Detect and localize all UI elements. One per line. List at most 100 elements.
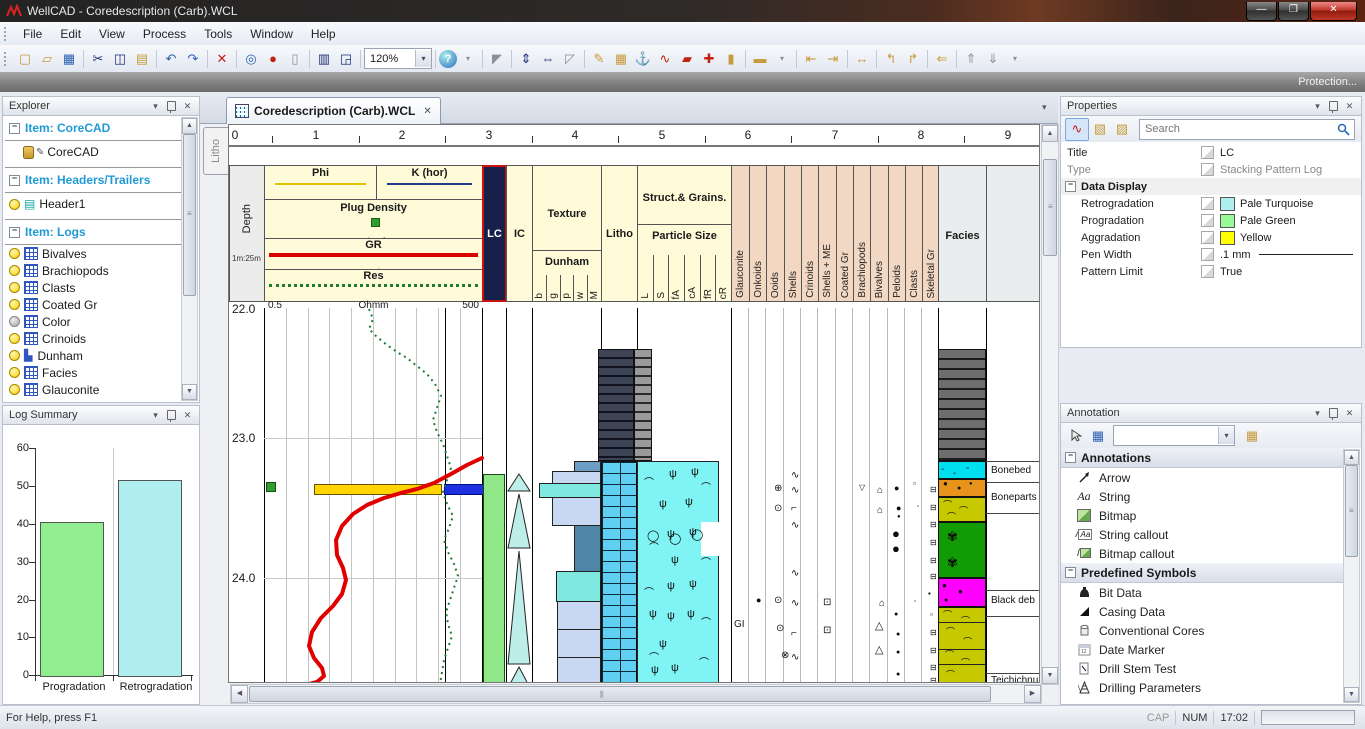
- plug-density-header[interactable]: Plug Density 2.2g/cm³4: [264, 199, 483, 239]
- annotation-item-bitmap[interactable]: Bitmap: [1061, 506, 1345, 525]
- property-row-pen-width[interactable]: Pen Width.1 mm: [1061, 246, 1361, 263]
- explorer-item-coated-gr[interactable]: Coated Gr: [5, 296, 181, 313]
- north-plot-button[interactable]: ✚: [698, 48, 720, 69]
- explorer-group-headers[interactable]: Item: Headers/Trailers: [5, 167, 181, 193]
- insert-track-button[interactable]: ⇐: [931, 48, 953, 69]
- predefined-symbols-group-header[interactable]: Predefined Symbols: [1061, 563, 1345, 583]
- collapse-icon[interactable]: [9, 227, 20, 238]
- property-group-data-display[interactable]: Data Display: [1061, 178, 1361, 195]
- close-button[interactable]: ✕: [1310, 2, 1357, 21]
- lc-header-selected[interactable]: LC: [482, 165, 507, 302]
- symbol-item-conventional-cores[interactable]: Conventional Cores: [1061, 621, 1345, 640]
- depth-header[interactable]: Depth 1m:25m: [229, 165, 265, 302]
- tab-close-icon[interactable]: ✕: [423, 106, 431, 117]
- print-button[interactable]: ▥: [313, 48, 335, 69]
- explorer-item-facies[interactable]: Facies: [5, 364, 181, 381]
- tab-list-dropdown-icon[interactable]: ▾: [1042, 102, 1047, 113]
- annotation-pin-icon[interactable]: [1329, 408, 1338, 418]
- res-header[interactable]: Res 0.5Ohmm500: [264, 269, 483, 302]
- paste-button[interactable]: ▤: [131, 48, 153, 69]
- collapse-icon[interactable]: [9, 175, 20, 186]
- annotation-close-icon[interactable]: ✕: [1342, 408, 1357, 419]
- col-clasts[interactable]: Clasts: [905, 166, 922, 301]
- delete-button[interactable]: ✕: [211, 48, 233, 69]
- print-preview-button[interactable]: ◲: [335, 48, 357, 69]
- annotations-group-header[interactable]: Annotations: [1061, 448, 1345, 468]
- color-swatch[interactable]: [1220, 231, 1235, 245]
- collapse-icon[interactable]: [1065, 452, 1076, 463]
- annotation-dropdown-icon[interactable]: ▾: [1218, 427, 1234, 444]
- properties-menu-icon[interactable]: ▾: [1310, 101, 1325, 112]
- open-button[interactable]: ▱: [36, 48, 58, 69]
- property-row-aggradation[interactable]: AggradationYellow: [1061, 229, 1361, 246]
- explorer-item-header1[interactable]: ▤ Header1: [5, 193, 181, 215]
- col-coated-gr[interactable]: Coated Gr: [836, 166, 853, 301]
- move-bottom-button[interactable]: ⇓: [982, 48, 1004, 69]
- scrollbar-thumb[interactable]: ⫼: [249, 686, 991, 702]
- annotation-item-arrow[interactable]: Arrow: [1061, 468, 1345, 487]
- col-onkoids[interactable]: Onkoids: [749, 166, 766, 301]
- property-row-pattern-limit[interactable]: Pattern LimitTrue: [1061, 263, 1361, 280]
- header-style-button[interactable]: ▬: [749, 48, 771, 69]
- shift-right-button[interactable]: ⇥: [822, 48, 844, 69]
- redo-button[interactable]: ↷: [182, 48, 204, 69]
- marker-button[interactable]: ●: [262, 48, 284, 69]
- struct-grains-header[interactable]: Struct.& Grains. Particle Size LSfAcAfRc…: [637, 165, 732, 302]
- explorer-group-logs[interactable]: Item: Logs: [5, 219, 181, 245]
- explorer-scrollbar[interactable]: ▲ ≡ ▼: [181, 117, 198, 401]
- edit-log-button[interactable]: ✎: [588, 48, 610, 69]
- minimize-button[interactable]: —: [1246, 2, 1277, 21]
- scroll-left-icon[interactable]: ◀: [231, 685, 248, 703]
- properties-close-icon[interactable]: ✕: [1342, 101, 1357, 112]
- menu-view[interactable]: View: [90, 24, 134, 44]
- block-select-button[interactable]: ◸: [559, 48, 581, 69]
- collapse-icon[interactable]: [1065, 181, 1076, 192]
- col-shells[interactable]: Shells: [784, 166, 801, 301]
- col-bivalves[interactable]: Bivalves: [870, 166, 888, 301]
- move-down-button[interactable]: ↱: [902, 48, 924, 69]
- annotation-combobox[interactable]: ▾: [1113, 425, 1235, 446]
- scroll-right-icon[interactable]: ▶: [1024, 685, 1041, 703]
- color-swatch[interactable]: [1220, 197, 1235, 211]
- find-button[interactable]: ◎: [240, 48, 262, 69]
- properties-pin-icon[interactable]: [1329, 101, 1338, 111]
- sort-stacked-button[interactable]: ∿: [1065, 118, 1089, 141]
- explorer-item-color[interactable]: Color: [5, 313, 181, 330]
- fit-horizontal-button[interactable]: ⇔: [537, 48, 559, 69]
- symbol-item-drilling-parameters[interactable]: Drilling Parameters: [1061, 678, 1345, 697]
- annotation-table-button[interactable]: ▦: [1087, 425, 1109, 446]
- header-style-dropdown-icon[interactable]: ▾: [771, 48, 793, 69]
- save-button[interactable]: ▦: [58, 48, 80, 69]
- facies-header[interactable]: Facies: [938, 165, 987, 302]
- col-brachiopods[interactable]: Brachiopods: [853, 166, 870, 301]
- eraser-button[interactable]: ▰: [676, 48, 698, 69]
- zoom-combobox[interactable]: 120% ▾: [364, 48, 432, 69]
- annotation-item-string[interactable]: AaString: [1061, 487, 1345, 506]
- explorer-pin-icon[interactable]: [167, 101, 176, 111]
- edit-table-button[interactable]: ▦: [610, 48, 632, 69]
- annotation-column-header[interactable]: [986, 165, 1040, 302]
- anchor-button[interactable]: ⚓: [632, 48, 654, 69]
- ic-header[interactable]: IC: [506, 165, 533, 302]
- annotation-item-bitmap-callout[interactable]: /Bitmap callout: [1061, 544, 1345, 563]
- phi-header[interactable]: Phi 30%0: [264, 165, 377, 200]
- categorized-view-button[interactable]: ▧: [1089, 119, 1111, 140]
- zoom-dropdown-icon[interactable]: ▾: [415, 50, 431, 67]
- undo-button[interactable]: ↶: [160, 48, 182, 69]
- menu-file[interactable]: File: [14, 24, 51, 44]
- annotation-item-string-callout[interactable]: /AaString callout: [1061, 525, 1345, 544]
- toolbar-overflow-icon[interactable]: ▾: [1004, 48, 1026, 69]
- collapse-icon[interactable]: [1065, 567, 1076, 578]
- resize-track-button[interactable]: ↔: [851, 48, 873, 69]
- page-button[interactable]: ▯: [284, 48, 306, 69]
- col-glauconite[interactable]: Glauconite: [732, 166, 749, 301]
- annotation-pointer-button[interactable]: [1065, 425, 1087, 446]
- cylinder-button[interactable]: ▮: [720, 48, 742, 69]
- restore-button[interactable]: ❐: [1278, 2, 1309, 21]
- annotation-menu-icon[interactable]: ▾: [1310, 408, 1325, 419]
- scroll-up-icon[interactable]: ▲: [1042, 125, 1058, 142]
- col-shells-me[interactable]: Shells + ME: [818, 166, 836, 301]
- scrollbar-thumb[interactable]: ≡: [1345, 465, 1358, 557]
- menu-edit[interactable]: Edit: [51, 24, 90, 44]
- gr-header[interactable]: GR 25api95: [264, 238, 483, 270]
